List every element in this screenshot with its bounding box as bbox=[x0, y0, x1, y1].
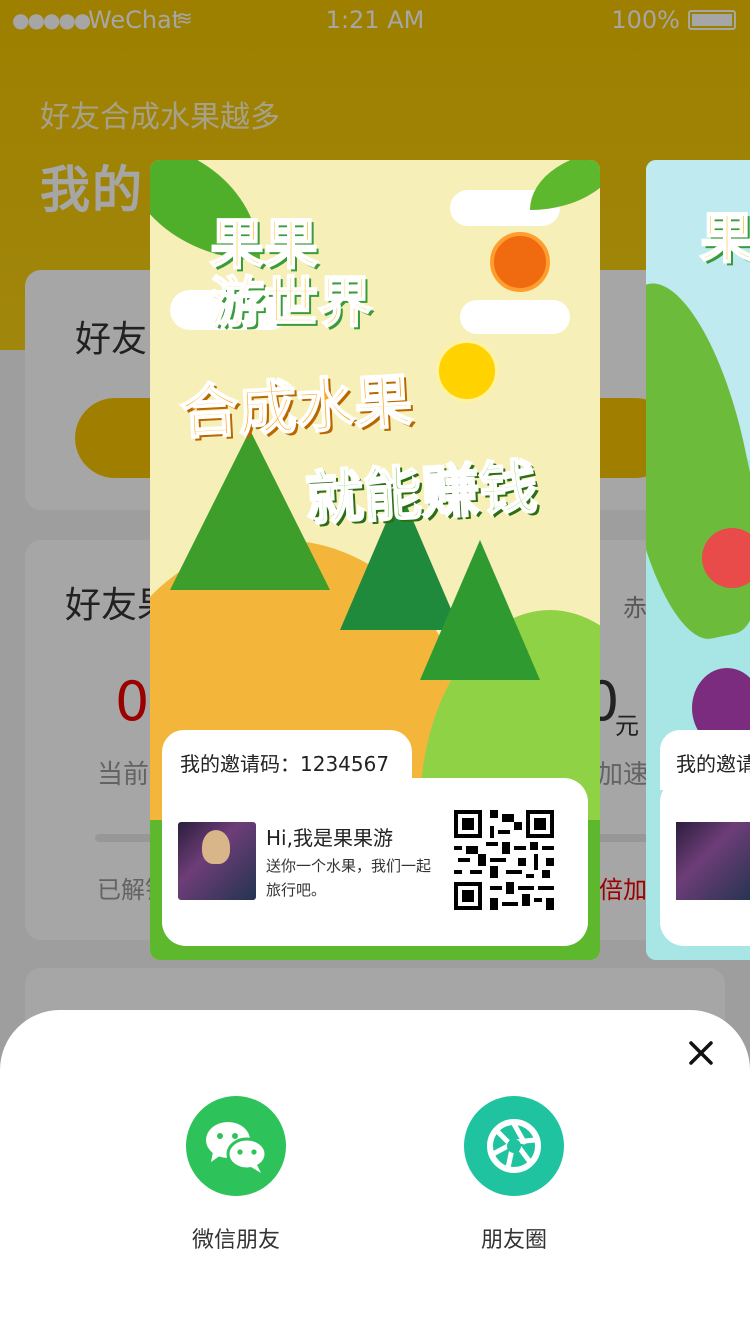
share-wechat-friends-button[interactable]: 微信朋友 bbox=[151, 1096, 321, 1254]
share-wechat-friends-label: 微信朋友 bbox=[191, 1228, 280, 1253]
invite-code: 我的邀请码：1234567 bbox=[180, 752, 390, 776]
share-moments-button[interactable]: 朋友圈 bbox=[429, 1096, 599, 1254]
share-poster[interactable]: 果果 游世界 合成水果 就能赚钱 我的邀请码：1234567 Hi,我是果果游 … bbox=[150, 160, 600, 960]
mountain-illustration bbox=[420, 540, 540, 680]
slogan-line-2: 就能赚钱 bbox=[303, 452, 540, 534]
lemon-illustration bbox=[436, 340, 498, 402]
cloud-illustration bbox=[460, 300, 570, 334]
avatar bbox=[178, 822, 256, 900]
game-logo: 果果 游世界 bbox=[209, 213, 373, 334]
share-moments-label: 朋友圈 bbox=[480, 1228, 547, 1253]
greeting-description: 送你一个水果，我们一起旅行吧。 bbox=[266, 857, 432, 899]
invite-info-box: Hi,我是果果游 送你一个水果，我们一起旅行吧。 bbox=[162, 778, 588, 946]
moments-icon bbox=[464, 1096, 564, 1196]
poster-next-logo: 果 bbox=[699, 207, 750, 270]
slogan-line-1: 合成水果 bbox=[178, 366, 415, 448]
close-icon[interactable] bbox=[684, 1036, 718, 1070]
poster-next-invite-code: 我的邀请 bbox=[676, 752, 750, 776]
leaf-illustration bbox=[530, 160, 600, 210]
orange-illustration bbox=[490, 232, 550, 292]
qr-code-icon bbox=[454, 810, 554, 910]
wechat-icon bbox=[186, 1096, 286, 1196]
greeting: Hi,我是果果游 bbox=[266, 826, 393, 850]
poster-next-avatar bbox=[676, 822, 750, 900]
share-sheet bbox=[0, 1010, 750, 1334]
